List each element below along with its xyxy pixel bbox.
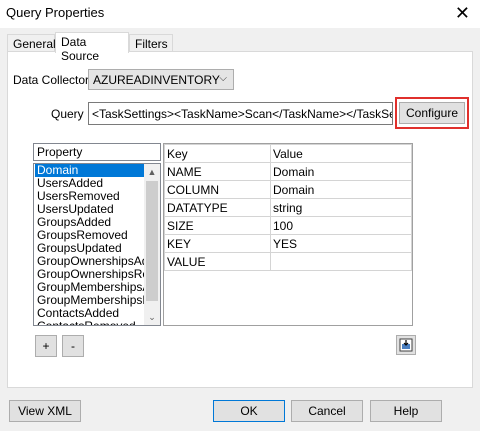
tab-data-source[interactable]: Data Source (55, 32, 129, 63)
list-item[interactable]: GroupMembershipsRemoved (35, 294, 145, 307)
close-icon[interactable]: ✕ (455, 2, 470, 24)
value-column-header: Value (270, 144, 412, 163)
table-row[interactable]: KEY YES (164, 234, 412, 253)
table-row[interactable]: VALUE (164, 252, 412, 271)
add-property-button[interactable]: + (35, 335, 57, 357)
data-collector-value: AZUREADINVENTORY (93, 73, 220, 87)
key-cell[interactable]: DATATYPE (164, 198, 271, 217)
property-items: Domain UsersAdded UsersRemoved UsersUpdated… (35, 164, 145, 325)
key-cell[interactable]: NAME (164, 162, 271, 181)
value-cell[interactable]: 100 (270, 216, 412, 235)
remove-property-button[interactable]: - (62, 335, 84, 357)
help-button[interactable]: Help (370, 400, 442, 422)
value-cell[interactable]: YES (270, 234, 412, 253)
query-label: Query (51, 107, 84, 121)
tab-general[interactable]: General (7, 34, 56, 52)
grid-header-row: Key Value (164, 144, 412, 163)
scroll-thumb[interactable] (146, 181, 158, 301)
list-item[interactable]: GroupsRemoved (35, 229, 145, 242)
property-scrollbar[interactable]: ▲ ⌄ (144, 164, 160, 325)
query-input[interactable]: <TaskSettings><TaskName>Scan</TaskName><… (88, 102, 393, 125)
value-cell[interactable]: Domain (270, 162, 412, 181)
import-button[interactable] (396, 335, 416, 355)
list-item[interactable]: GroupMembershipsAdded (35, 281, 145, 294)
list-item[interactable]: GroupOwnershipsRemoved (35, 268, 145, 281)
list-item[interactable]: UsersAdded (35, 177, 145, 190)
list-item[interactable]: GroupsAdded (35, 216, 145, 229)
value-cell[interactable]: string (270, 198, 412, 217)
tab-filters[interactable]: Filters (129, 34, 173, 52)
data-collector-label: Data Collector (13, 73, 90, 87)
property-header-label: Property (37, 145, 83, 159)
list-item[interactable]: UsersUpdated (35, 203, 145, 216)
list-item[interactable]: Domain (35, 164, 145, 177)
title-bar: Query Properties ✕ (0, 0, 480, 28)
configure-button[interactable]: Configure (399, 102, 465, 124)
list-item[interactable]: ContactsAdded (35, 307, 145, 320)
data-collector-dropdown[interactable]: AZUREADINVENTORY ⌵ (88, 69, 234, 90)
value-cell[interactable]: Domain (270, 180, 412, 199)
view-xml-button[interactable]: View XML (9, 400, 81, 422)
key-value-grid[interactable]: Key Value NAME Domain COLUMN Domain DATATYPE… (163, 143, 413, 326)
key-cell[interactable]: SIZE (164, 216, 271, 235)
property-header: Property (33, 143, 161, 161)
chevron-down-icon: ⌵ (219, 73, 227, 84)
ok-button[interactable]: OK (213, 400, 285, 422)
table-row[interactable]: DATATYPE string (164, 198, 412, 217)
list-item[interactable]: GroupsUpdated (35, 242, 145, 255)
value-cell[interactable] (270, 252, 412, 271)
cancel-button[interactable]: Cancel (291, 400, 363, 422)
table-row[interactable]: NAME Domain (164, 162, 412, 181)
key-cell[interactable]: KEY (164, 234, 271, 253)
key-cell[interactable]: COLUMN (164, 180, 271, 199)
property-listbox[interactable]: Domain UsersAdded UsersRemoved UsersUpdated… (33, 163, 161, 326)
key-cell[interactable]: VALUE (164, 252, 271, 271)
list-item[interactable]: GroupOwnershipsAdded (35, 255, 145, 268)
list-item[interactable]: UsersRemoved (35, 190, 145, 203)
table-row[interactable]: SIZE 100 (164, 216, 412, 235)
table-row[interactable]: COLUMN Domain (164, 180, 412, 199)
import-icon (399, 338, 413, 352)
key-column-header: Key (164, 144, 271, 163)
scroll-up-icon[interactable]: ▲ (144, 164, 160, 180)
list-item[interactable]: ContactsRemoved (35, 320, 145, 325)
scroll-down-icon[interactable]: ⌄ (144, 309, 160, 325)
query-text: <TaskSettings><TaskName>Scan</TaskName><… (92, 107, 393, 121)
window-title: Query Properties (6, 5, 105, 20)
